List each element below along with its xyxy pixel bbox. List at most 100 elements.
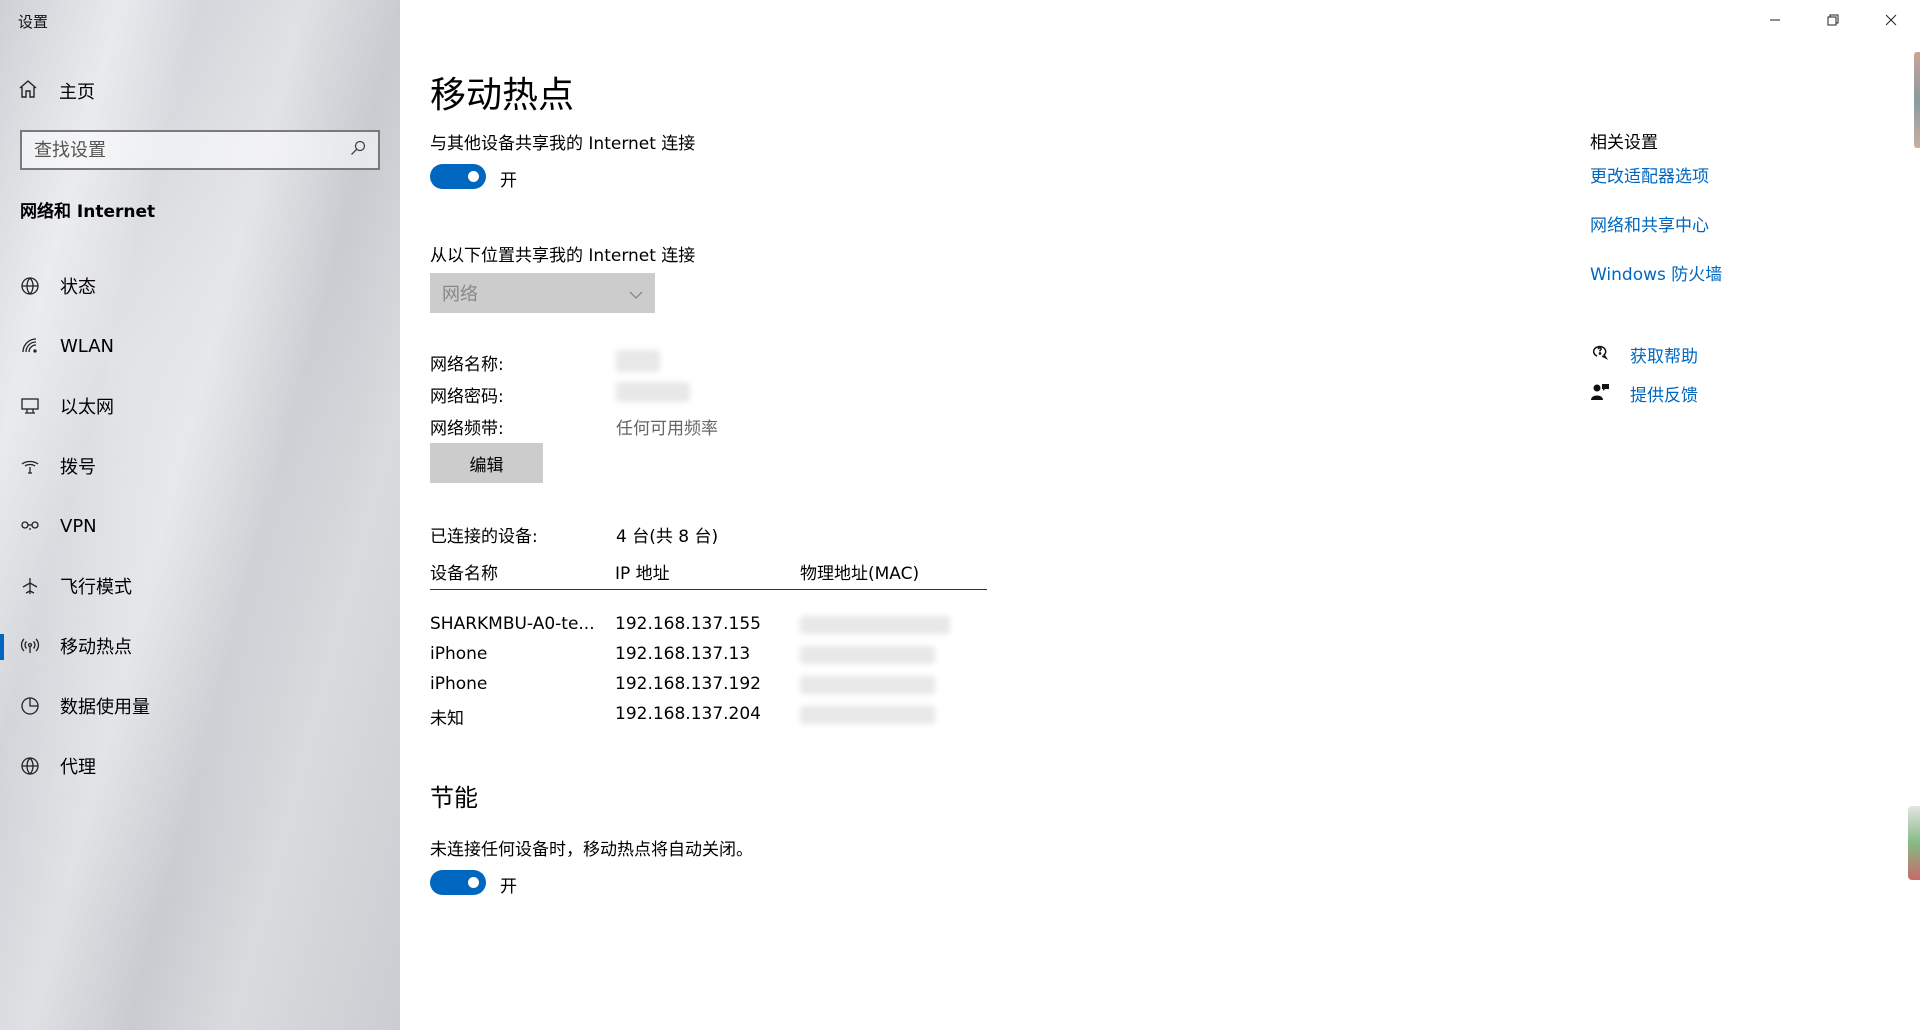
link-get-help[interactable]: 获取帮助 (1630, 342, 1698, 367)
vpn-icon (20, 516, 40, 536)
sidebar-item-ethernet[interactable]: 以太网 (0, 376, 400, 436)
help-chat-icon (1590, 343, 1610, 367)
wifi-icon (20, 336, 40, 356)
search-box[interactable] (20, 130, 380, 170)
device-mac-redacted (800, 616, 950, 634)
share-label: 与其他设备共享我的 Internet 连接 (430, 134, 696, 154)
power-saving-title: 节能 (430, 784, 478, 812)
toggle-knob (468, 877, 479, 888)
get-help-item[interactable]: 获取帮助 (1590, 342, 1698, 367)
dropdown-value: 网络 (442, 284, 478, 305)
chevron-down-icon (629, 284, 643, 303)
edge-window-thumbnail (1908, 806, 1920, 880)
sidebar-nav: 状态 WLAN 以太网 拨号 VPN 飞行模式 移动热点 数据使用量 代理 (0, 256, 400, 796)
sidebar-item-label: 飞行模式 (60, 577, 132, 598)
share-from-dropdown[interactable]: 网络 (430, 273, 655, 313)
feedback-item[interactable]: 提供反馈 (1590, 381, 1698, 406)
network-band-value: 任何可用频率 (616, 419, 718, 439)
airplane-icon (20, 576, 40, 596)
device-name: iPhone (430, 644, 488, 664)
device-name: 未知 (430, 709, 464, 729)
sidebar-item-vpn[interactable]: VPN (0, 496, 400, 556)
home-icon (18, 79, 38, 103)
sidebar-item-label: 移动热点 (60, 637, 132, 658)
device-mac-redacted (800, 706, 935, 724)
sidebar-item-hotspot[interactable]: 移动热点 (0, 616, 400, 676)
hotspot-icon (20, 636, 40, 656)
link-sharing-center[interactable]: 网络和共享中心 (1590, 211, 1709, 236)
sidebar-item-label: 拨号 (60, 457, 96, 478)
sidebar-item-label: 以太网 (60, 397, 114, 418)
sidebar-item-data-usage[interactable]: 数据使用量 (0, 676, 400, 736)
device-ip: 192.168.137.192 (615, 674, 762, 694)
sidebar-item-label: 数据使用量 (60, 697, 150, 718)
sidebar: 设置 主页 网络和 Internet 状态 WLAN (0, 0, 400, 1030)
minimize-button[interactable] (1746, 0, 1804, 40)
data-usage-icon (20, 696, 40, 716)
sidebar-item-label: VPN (60, 515, 97, 537)
related-settings-title: 相关设置 (1590, 133, 1658, 153)
connected-label: 已连接的设备: (430, 527, 538, 547)
device-name: iPhone (430, 674, 488, 694)
link-firewall[interactable]: Windows 防火墙 (1590, 260, 1722, 285)
device-ip: 192.168.137.204 (615, 704, 762, 724)
devices-table-header: 设备名称 IP 地址 物理地址(MAC) (430, 556, 987, 590)
network-password-label: 网络密码: (430, 387, 504, 407)
power-saving-toggle[interactable] (430, 870, 486, 895)
device-mac-redacted (800, 646, 935, 664)
globe-status-icon (20, 276, 40, 296)
window-controls (1746, 0, 1920, 40)
sidebar-item-dialup[interactable]: 拨号 (0, 436, 400, 496)
device-ip: 192.168.137.13 (615, 644, 751, 664)
share-toggle[interactable] (430, 164, 486, 189)
column-header-name: 设备名称 (430, 564, 498, 584)
device-mac-redacted (800, 676, 935, 694)
ethernet-icon (20, 396, 40, 416)
app-title: 设置 (18, 13, 49, 31)
device-name: SHARKMBU-A0-te... (430, 614, 595, 634)
restore-button[interactable] (1804, 0, 1862, 40)
sidebar-item-label: WLAN (60, 335, 115, 357)
page-title: 移动热点 (430, 75, 575, 116)
network-name-label: 网络名称: (430, 355, 504, 375)
power-saving-desc: 未连接任何设备时，移动热点将自动关闭。 (430, 840, 753, 860)
share-toggle-state: 开 (500, 171, 517, 191)
close-icon (1885, 14, 1897, 26)
section-title: 网络和 Internet (20, 202, 156, 222)
minimize-icon (1770, 19, 1780, 21)
sidebar-item-label: 代理 (60, 757, 96, 778)
network-password-redacted (616, 382, 690, 402)
table-row: iPhone 192.168.137.192 (430, 674, 987, 700)
sidebar-item-home[interactable]: 主页 (18, 79, 378, 103)
sidebar-item-label: 主页 (59, 82, 95, 103)
sidebar-item-proxy[interactable]: 代理 (0, 736, 400, 796)
power-toggle-state: 开 (500, 877, 517, 897)
network-band-label: 网络频带: (430, 419, 504, 439)
edit-button[interactable]: 编辑 (430, 443, 543, 483)
sidebar-item-label: 状态 (60, 277, 96, 298)
search-input[interactable] (34, 139, 350, 161)
connected-value: 4 台(共 8 台) (616, 527, 719, 547)
feedback-icon (1590, 382, 1610, 406)
link-adapter-options[interactable]: 更改适配器选项 (1590, 162, 1709, 187)
sidebar-item-wlan[interactable]: WLAN (0, 316, 400, 376)
table-row: SHARKMBU-A0-te... 192.168.137.155 (430, 614, 987, 640)
search-icon[interactable] (350, 140, 366, 160)
table-row: iPhone 192.168.137.13 (430, 644, 987, 670)
edge-window-thumbnail (1914, 52, 1920, 148)
table-row: 未知 192.168.137.204 (430, 704, 987, 730)
column-header-ip: IP 地址 (615, 564, 670, 584)
toggle-knob (468, 171, 479, 182)
column-header-mac: 物理地址(MAC) (800, 564, 920, 584)
sidebar-item-airplane[interactable]: 飞行模式 (0, 556, 400, 616)
restore-icon (1827, 14, 1839, 26)
device-ip: 192.168.137.155 (615, 614, 762, 634)
dialup-icon (20, 456, 40, 476)
related-settings: 相关设置 更改适配器选项 网络和共享中心 Windows 防火墙 获取帮助 提供… (1590, 128, 1890, 406)
close-button[interactable] (1862, 0, 1920, 40)
link-feedback[interactable]: 提供反馈 (1630, 381, 1698, 406)
sidebar-item-status[interactable]: 状态 (0, 256, 400, 316)
main-content: 移动热点 与其他设备共享我的 Internet 连接 开 从以下位置共享我的 I… (400, 0, 1920, 1030)
globe-proxy-icon (20, 756, 40, 776)
network-name-redacted (616, 350, 660, 372)
